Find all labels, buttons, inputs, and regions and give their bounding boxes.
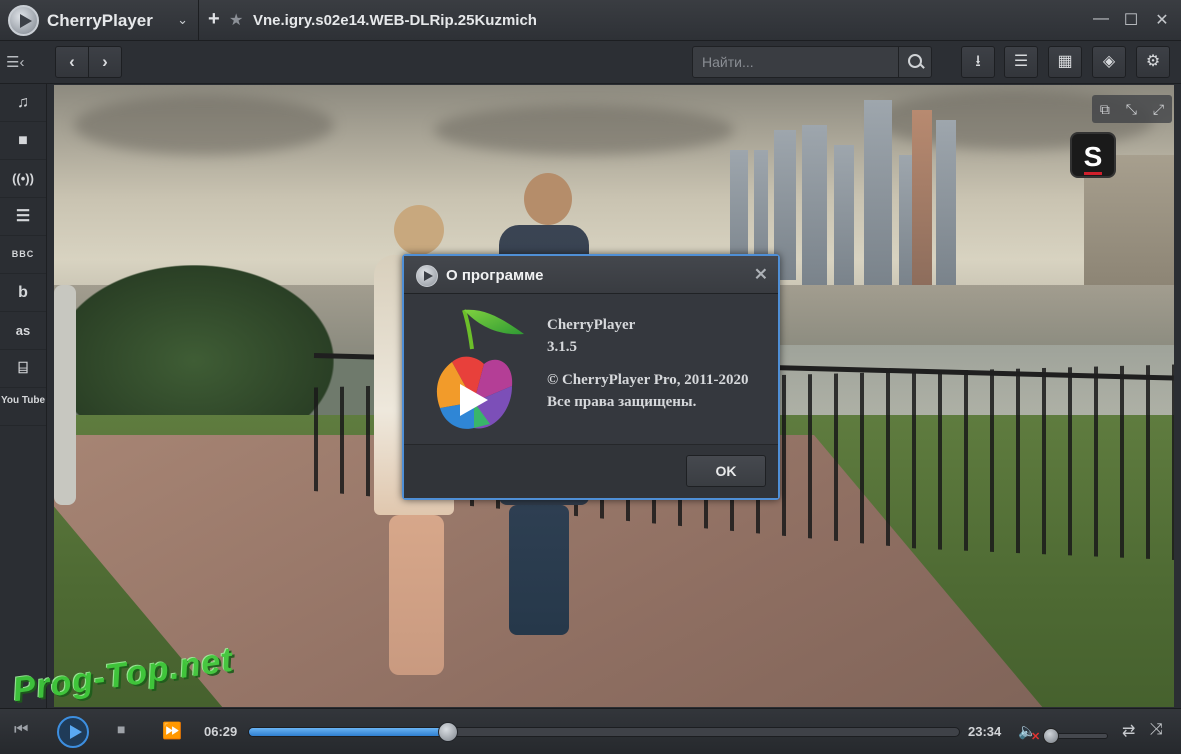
girl-legs <box>389 515 444 675</box>
skyscraper <box>912 110 932 285</box>
copyright-label: © CherryPlayer Pro, 2011-2020 <box>547 372 749 388</box>
channel-logo: S <box>1070 132 1116 178</box>
cherryplayer-window: CherryPlayer ⌄ + ★ Vne.igry.s02e14.WEB-D… <box>0 0 1181 754</box>
shrink-icon[interactable]: ⤡ <box>1126 101 1137 118</box>
version-label: 3.1.5 <box>547 339 577 355</box>
fast-forward-icon[interactable]: ⏩ <box>162 721 182 741</box>
back-button[interactable]: ‹ <box>56 47 88 77</box>
cherryplayer-logo-icon <box>416 265 438 287</box>
search-box <box>692 46 932 78</box>
hamburger-menu-icon[interactable]: ☰‹ <box>6 53 24 71</box>
skyscraper <box>899 155 913 285</box>
tv-guide-icon[interactable]: ☰ <box>0 198 46 236</box>
youtube-icon[interactable]: You Tube <box>0 388 46 426</box>
twitch-icon[interactable]: ⌸ <box>0 350 46 388</box>
dialog-header: О программе ⨯ <box>404 256 778 294</box>
about-dialog: О программе ⨯ CherryPlayer 3.1.5 © Cherr… <box>402 254 780 500</box>
mute-indicator-icon: ✕ <box>1031 731 1041 743</box>
pip-icon[interactable]: ⧉ <box>1100 101 1110 118</box>
seek-handle[interactable] <box>437 722 458 742</box>
app-name: CherryPlayer <box>47 10 153 30</box>
tab-divider <box>198 0 199 41</box>
paint-bucket-icon[interactable]: ◈ <box>1092 46 1126 78</box>
close-button[interactable]: ✕ <box>1151 10 1173 30</box>
search-input[interactable] <box>693 47 899 77</box>
sidebar: ♫ ■ ((•)) ☰ BBC b as ⌸ You Tube <box>0 84 47 708</box>
download-icon[interactable]: ⭳ <box>961 46 995 78</box>
shuffle-icon[interactable]: ⤨ <box>1150 721 1163 739</box>
ok-button[interactable]: OK <box>686 455 766 487</box>
total-time: 23:34 <box>968 724 1002 739</box>
bandcamp-icon[interactable]: b <box>0 274 46 312</box>
dialog-footer: OK <box>404 444 778 498</box>
close-icon[interactable]: ⨯ <box>754 264 768 284</box>
media-tab-title[interactable]: Vne.igry.s02e14.WEB-DLRip.25Kuzmich <box>253 12 537 29</box>
current-time: 06:29 <box>204 724 238 739</box>
favorite-star-icon[interactable]: ★ <box>229 10 243 30</box>
boy-legs <box>509 505 569 635</box>
video-view-controls: ⧉ ⤡ ⤢ <box>1092 95 1172 123</box>
bbc-icon[interactable]: BBC <box>0 236 46 274</box>
radio-broadcast-icon[interactable]: ((•)) <box>0 160 46 198</box>
fullscreen-icon[interactable]: ⤢ <box>1153 101 1164 118</box>
cherryplayer-logo-icon <box>8 5 39 36</box>
toolbar: ☰‹ ‹ › ⭳ ☰ ▦ ◈ ⚙ <box>0 41 1181 84</box>
video-cloud <box>434 105 734 155</box>
play-button[interactable] <box>57 716 89 748</box>
boy-head <box>524 173 572 225</box>
gear-icon[interactable]: ⚙ <box>1136 46 1170 78</box>
trees <box>54 265 334 425</box>
grid-view-icon[interactable]: ▦ <box>1048 46 1082 78</box>
skyscraper <box>834 145 854 285</box>
add-tab-icon[interactable]: + <box>208 8 220 31</box>
previous-icon[interactable]: ⏮ <box>14 721 28 739</box>
navigation-buttons: ‹ › <box>55 46 122 78</box>
app-menu-tab[interactable]: CherryPlayer ⌄ <box>0 0 196 41</box>
passerby <box>54 285 76 505</box>
rights-label: Все права защищены. <box>547 394 697 410</box>
skyscraper <box>864 100 892 285</box>
seek-bar[interactable] <box>248 722 960 742</box>
playlist-icon[interactable]: ☰ <box>1004 46 1038 78</box>
cherry-logo-icon <box>436 309 524 429</box>
playback-bar: ⏮ ■ ⏩ 06:29 23:34 🔈 ✕ ⇄ ⤨ <box>0 708 1181 754</box>
product-name: CherryPlayer <box>547 317 636 333</box>
volume-handle[interactable] <box>1043 728 1059 744</box>
skyscraper <box>936 120 956 285</box>
about-info: CherryPlayer 3.1.5 © CherryPlayer Pro, 2… <box>547 314 748 413</box>
video-camera-icon[interactable]: ■ <box>0 122 46 160</box>
skyscraper <box>802 125 827 285</box>
dialog-title: О программе <box>446 267 544 284</box>
minimize-button[interactable]: — <box>1090 10 1112 30</box>
stop-icon[interactable]: ■ <box>117 721 125 737</box>
lastfm-icon[interactable]: as <box>0 312 46 350</box>
music-icon[interactable]: ♫ <box>0 84 46 122</box>
maximize-button[interactable]: ☐ <box>1120 10 1142 30</box>
title-bar: CherryPlayer ⌄ + ★ Vne.igry.s02e14.WEB-D… <box>0 0 1181 41</box>
dialog-body: CherryPlayer 3.1.5 © CherryPlayer Pro, 2… <box>404 294 778 446</box>
chevron-down-icon[interactable]: ⌄ <box>177 12 188 28</box>
girl-head <box>394 205 444 255</box>
seek-progress <box>249 728 448 736</box>
repeat-icon[interactable]: ⇄ <box>1122 721 1135 741</box>
search-icon[interactable] <box>898 47 931 77</box>
video-cloud <box>74 95 334 155</box>
forward-button[interactable]: › <box>88 47 121 77</box>
